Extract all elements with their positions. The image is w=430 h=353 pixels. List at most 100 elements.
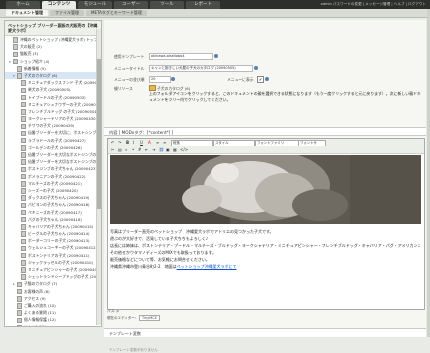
bullet-list-icon[interactable]: • — [132, 147, 134, 152]
cut-icon[interactable]: ✂ — [111, 147, 114, 152]
align-center-icon[interactable]: ≡ — [163, 140, 166, 145]
tree-node[interactable]: シェットランドシープドッグの子犬 (20090408) — [5, 273, 101, 280]
tab-reports[interactable]: レポート — [186, 1, 220, 9]
tree-nodes: 沖縄のペットショップ (沖縄愛犬ラボ) トップ (1) 犬の販売 (2) 猫販売 (… — [5, 36, 101, 326]
user-links[interactable]: admin パスワードの変更 | メッセージ管理 | ヘルプ | ログアウト — [321, 2, 426, 7]
tree-node[interactable]: パピヨンの子犬ちゃん (20090418) — [5, 201, 101, 209]
tree-node[interactable]: シーズーの子犬 (20090420) — [5, 187, 101, 194]
tab-modules[interactable]: モジュール — [78, 1, 112, 9]
tree-node[interactable]: ジャックラッセルの子犬 (20090410) — [5, 259, 101, 266]
align-left-icon[interactable]: ≡ — [156, 140, 159, 145]
document-icon — [17, 288, 22, 295]
template-variables-empty: テンプレート変数がありません — [109, 348, 158, 352]
document-icon — [17, 310, 22, 316]
tree-node[interactable]: ビーグルの子犬ちゃん (20090414) — [5, 230, 101, 237]
tree-node[interactable]: 新着情報 (5) — [5, 65, 101, 72]
sub-tabs: ドキュメント管理 ファイル管理 METAタグとキーワード管理 — [6, 10, 147, 16]
table-icon[interactable]: ▦ — [173, 147, 177, 152]
top-navigation-bar: ホーム コンテンツ モジュール ユーザー ツール レポート admin パスワー… — [0, 0, 430, 9]
tree-node-label: シーズーの子犬 (20090420) — [28, 187, 78, 193]
tree-node[interactable]: ポストジンブの子犬ちゃん (20090423) — [5, 165, 101, 173]
subtab-meta[interactable]: METAタグとキーワード管理 — [86, 10, 147, 16]
help-icon[interactable] — [214, 54, 218, 58]
tree-node[interactable]: ▾ 子犬のカタログ (6) — [5, 71, 101, 80]
paste-icon[interactable]: ▤ — [118, 147, 122, 152]
tree-node[interactable]: ペキニーズの子犬 (20090417) — [5, 209, 101, 216]
tree-node[interactable]: ▾ ショップ紹介 (4) — [5, 58, 101, 65]
tree-node[interactable]: ラブラドールの子犬 (20090427) — [5, 137, 101, 144]
number-list-icon[interactable]: # — [138, 147, 141, 152]
tree-node[interactable]: ご購入の流れ (10) — [5, 302, 101, 309]
italic-icon[interactable]: I — [133, 140, 134, 145]
tree-node[interactable]: ダックスの子犬ちゃん (20090419) — [5, 194, 101, 201]
tree-scroll-thumb[interactable] — [97, 59, 101, 209]
shop-link[interactable]: ペットショップ沖縄愛犬ラボにて — [177, 264, 237, 269]
help-icon[interactable] — [254, 66, 258, 70]
image-icon[interactable]: ▣ — [166, 147, 170, 152]
tree-node[interactable]: 沖縄のペットショップ (沖縄愛犬ラボ) トップ (1) — [5, 36, 101, 43]
subtab-documents[interactable]: ドキュメント管理 — [6, 10, 48, 16]
tab-home[interactable]: ホーム — [6, 1, 40, 9]
tree-node[interactable]: ポメラニアンの子犬 (20090422) — [5, 173, 101, 180]
parent-label: 親リソース — [114, 86, 133, 91]
template-select[interactable]: okinawa-aiseilabo4 — [149, 53, 213, 60]
tree-node[interactable]: ミニチュアピンシャーの子犬 (20090409) — [5, 266, 101, 273]
tree-node[interactable]: 仙番ブリーダーを大切なポストジンブの (20090425) — [5, 151, 101, 158]
tree-node[interactable]: ミニチュアシュナウザーの子犬 (20090502) — [5, 101, 101, 108]
menu-show-checkbox[interactable]: ✔ — [257, 76, 264, 83]
tree-node-label: ミニチュアピンシャーの子犬 (20090409) — [28, 267, 101, 272]
tree-node-label: ボーダーコリーの子犬 (20090413) — [28, 238, 90, 244]
tree-node-label: ミニチュアダックスフンド 子犬 (20090505) — [28, 80, 101, 86]
tree-node[interactable]: フレンチブルドッグ の子犬 (20090501) — [5, 108, 101, 115]
undo-icon[interactable]: ↶ — [111, 140, 114, 145]
subtab-files[interactable]: ファイル管理 — [50, 10, 84, 16]
underline-icon[interactable]: U — [140, 140, 143, 145]
tree-node[interactable]: 仙番ブリーダーを大切に、ポストシンブ (20090428) — [5, 129, 101, 137]
tree-node-label: 猫販売 (3) — [20, 51, 38, 57]
editor-path: パス: p — [107, 309, 119, 313]
tree-node[interactable]: チワワの子犬 (20090429) — [5, 122, 101, 129]
indent-icon[interactable]: ⇥ — [152, 147, 155, 152]
menu-title-input[interactable]: キャンと抱きしい犬屋の子犬のカタログ (20090505) — [149, 65, 253, 72]
tree-node[interactable]: マルチーズの子犬 (20090421) — [5, 180, 101, 187]
tree-site-root[interactable]: ペットショップ ブリーダー直販の犬販売の【沖縄愛犬ラボ】 — [5, 21, 101, 36]
tree-node[interactable]: 個人情報保護 (12) — [5, 316, 101, 324]
tree-node[interactable]: 犬の販売 (2) — [5, 43, 101, 50]
tree-node[interactable]: ミニチュアダックスフンド 子犬 (20090505) — [5, 79, 101, 86]
link-icon[interactable]: ⛓ — [159, 147, 164, 152]
tab-tools[interactable]: ツール — [150, 1, 184, 9]
tree-node[interactable]: ヨークシャーテリアの子犬 (20090430) — [5, 115, 101, 122]
tree-node-label: 犬の販売 (2) — [20, 44, 42, 50]
help-icon[interactable] — [265, 77, 269, 81]
tree-node[interactable]: 特定商取引法 (13) — [5, 324, 101, 326]
tree-node[interactable]: よくある質問 (11) — [5, 309, 101, 316]
tree-node[interactable]: 仙番ブリーダーを大切なポストジンブの (20090424) — [5, 158, 101, 165]
redo-icon[interactable]: ↷ — [118, 140, 121, 145]
tree-node-label: ヨークシャーテリアの子犬 (20090430) — [28, 116, 98, 122]
tree-node[interactable]: トイプードルの子犬 (20090503) — [5, 94, 101, 101]
tree-node[interactable]: キャバリアの子犬ちゃん (20090415) — [5, 223, 101, 230]
text-color-icon[interactable]: A — [148, 140, 151, 145]
bold-icon[interactable]: B — [126, 140, 129, 145]
tree-node[interactable]: ボーダーコリーの子犬 (20090413) — [5, 237, 101, 244]
outdent-icon[interactable]: ⇤ — [145, 147, 148, 152]
tree-node[interactable]: ゴールデンの子犬 (20090426) — [5, 144, 101, 151]
tree-scrollbar[interactable] — [96, 29, 101, 325]
tree-node[interactable]: アクセス (9) — [5, 295, 101, 302]
tree-node[interactable]: パグの子犬ちゃん (20090416) — [5, 216, 101, 223]
tree-node[interactable]: お客様の声 (8) — [5, 288, 101, 295]
find-icon[interactable]: ⌕ — [125, 147, 127, 152]
tree-node[interactable]: ▸ 子猫のカタログ (7) — [5, 280, 101, 288]
tree-node[interactable]: ボストンテリアの子犬 (20090411) — [5, 252, 101, 259]
editor-content[interactable]: 写真はブリーダー直売のペットショップ 沖縄愛犬ラボでアトリエの見つかった子犬です… — [110, 228, 420, 270]
tab-users[interactable]: ユーザー — [114, 1, 148, 9]
document-icon — [21, 202, 26, 209]
tree-node[interactable]: 柴犬の子犬 (20090505) — [5, 86, 101, 94]
tab-content[interactable]: コンテンツ — [42, 1, 76, 9]
menu-index-input[interactable]: 20 — [149, 76, 171, 83]
help-icon[interactable] — [171, 77, 175, 81]
tree-node[interactable]: 猫販売 (3) — [5, 50, 101, 58]
code-icon[interactable]: </> — [180, 147, 188, 152]
tree-node[interactable]: ウェルシュコーギーの子犬 (20090412) — [5, 244, 101, 252]
editor-select[interactable]: TinyMCE — [138, 315, 160, 321]
